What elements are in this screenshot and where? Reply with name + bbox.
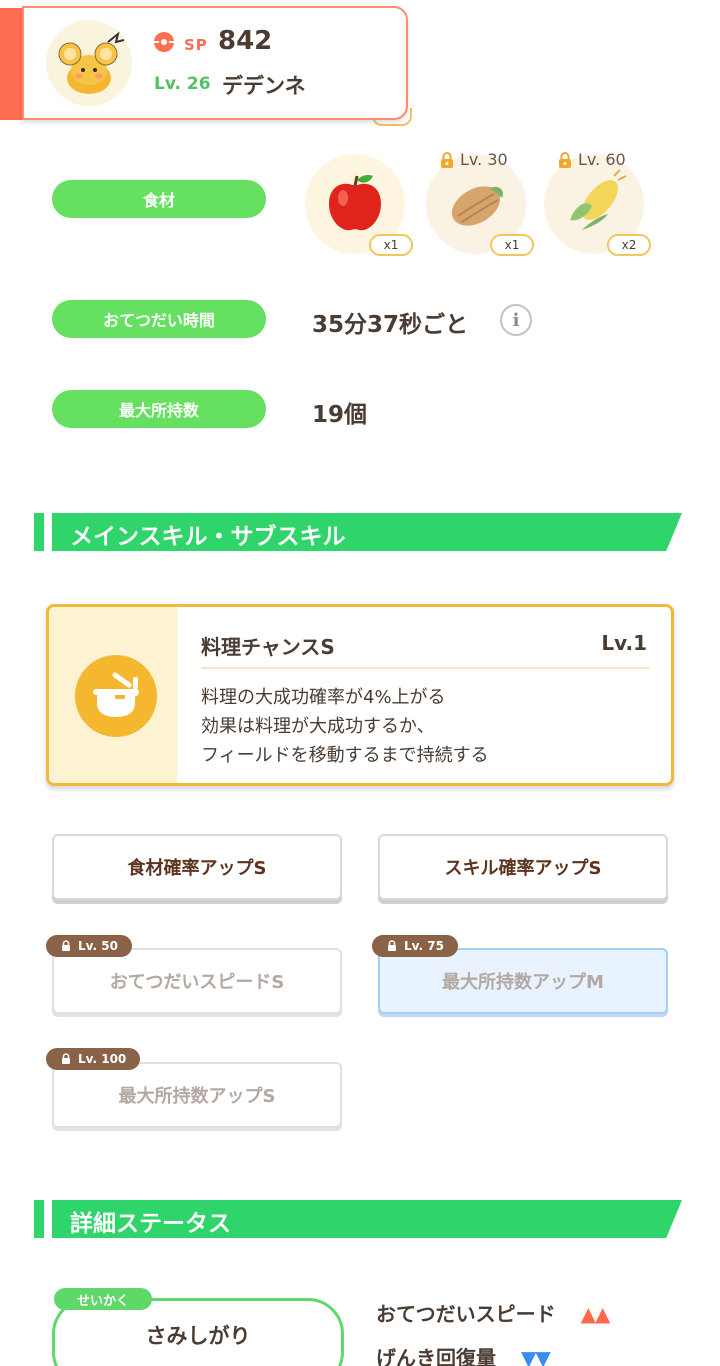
ingredient-lock-level-3: Lv. 60 [578,150,626,169]
ingredients-label: 食材 [52,180,266,218]
ingredient-qty-2: x1 [490,234,534,256]
divider [201,667,649,669]
nature-down-effect: げんき回復量 ▼▼ [376,1342,551,1366]
sp-icon [154,32,174,52]
main-skill-icon-panel [49,607,177,783]
lock-icon [62,1053,70,1064]
sp-label: SP [184,36,208,54]
sub-skill-lock-tag-4: Lv. 75 [372,935,458,957]
ingredient-qty-3: x2 [607,234,651,256]
lock-icon [62,940,70,951]
sub-skill-lock-tag-5: Lv. 100 [46,1048,141,1070]
sub-skill-button-1[interactable]: 食材確率アップS [52,834,342,900]
main-skill-desc-line: 料理の大成功確率が4%上がる [201,687,446,708]
lock-icon [388,940,396,951]
cacao-icon [451,186,504,226]
nature-name: さみしがり [145,1324,251,1348]
sub-skill-lock-level-4: Lv. 75 [404,939,444,953]
pokemon-avatar [46,20,132,106]
nature-up-label: おてつだいスピード [376,1302,556,1326]
info-icon[interactable]: i [500,304,532,336]
dedenne-icon [58,31,125,94]
up-arrows-icon: ▲▲ [580,1302,611,1326]
main-skill-desc-line: 効果は料理が大成功するか、 [201,716,435,737]
nature-down-label: げんき回復量 [376,1346,496,1366]
sub-skill-button-3[interactable]: おてつだいスピードS [52,948,342,1014]
helping-time-value: 35分37秒ごと [312,312,469,338]
main-skill-name: 料理チャンスS [201,635,335,659]
lock-icon [441,151,453,168]
sub-skill-lock-level-3: Lv. 50 [78,939,118,953]
pokemon-name: デデンネ [222,74,306,98]
section-header-details: 詳細ステータス [34,1200,682,1238]
sp-value: 842 [218,26,273,56]
apple-icon [329,175,381,231]
helping-time-label: おてつだい時間 [52,300,266,338]
ingredient-lock-level-2: Lv. 30 [460,150,508,169]
ingredient-qty-1: x1 [369,234,413,256]
ingredient-lock-3: Lv. 60 [556,150,626,169]
main-skill-level: Lv.1 [601,631,647,655]
cooking-pot-icon [75,655,157,737]
max-carry-value: 19個 [312,402,368,428]
main-skill-description: 料理の大成功確率が4%上がる 効果は料理が大成功するか、 フィールドを移動するま… [201,683,489,770]
max-carry-label: 最大所持数 [52,390,266,428]
section-title-skills: メインスキル・サブスキル [70,524,346,550]
sub-skill-button-5[interactable]: 最大所持数アップS [52,1062,342,1128]
lock-icon [559,151,571,168]
section-header-skills: メインスキル・サブスキル [34,513,682,551]
down-arrows-icon: ▼▼ [520,1346,551,1366]
sub-skill-button-2[interactable]: スキル確率アップS [378,834,668,900]
corn-icon [570,169,627,230]
ingredient-lock-2: Lv. 30 [438,150,508,169]
sub-skill-button-4[interactable]: 最大所持数アップM [378,948,668,1014]
sub-skill-lock-level-5: Lv. 100 [78,1052,127,1066]
section-title-details: 詳細ステータス [70,1211,231,1237]
nature-up-effect: おてつだいスピード ▲▲ [376,1298,611,1327]
pokemon-level: Lv. 26 [154,74,211,94]
main-skill-card[interactable]: 料理チャンスS Lv.1 料理の大成功確率が4%上がる 効果は料理が大成功するか… [46,604,674,786]
sub-skill-lock-tag-3: Lv. 50 [46,935,132,957]
main-skill-desc-line: フィールドを移動するまで持続する [201,745,489,766]
nature-tag: せいかく [54,1288,152,1310]
